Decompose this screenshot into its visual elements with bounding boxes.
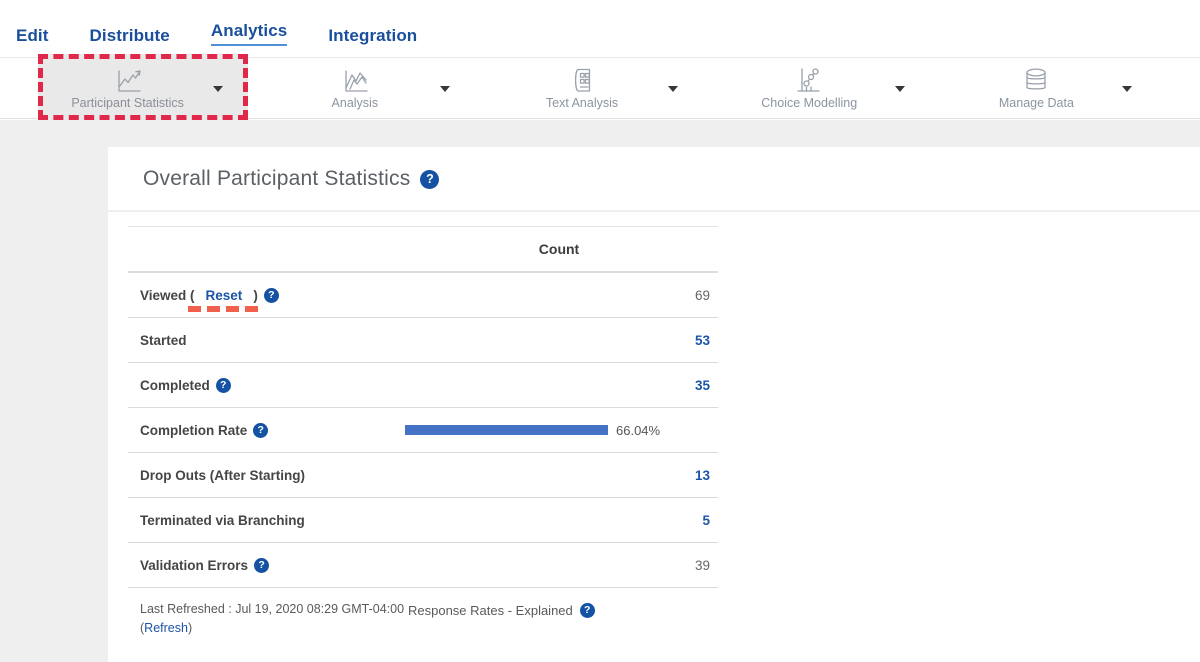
row-label: Started [128, 333, 400, 348]
viewed-label-suffix: ) [253, 288, 258, 303]
row-value: 39 [400, 558, 718, 573]
help-icon[interactable]: ? [254, 558, 269, 573]
drop-outs-label: Drop Outs (After Starting) [140, 468, 305, 483]
toolbar-item-participant-statistics[interactable]: Participant Statistics [14, 58, 241, 118]
panel-header: Overall Participant Statistics? [108, 147, 1200, 212]
content-background: Overall Participant Statistics? Count Vi… [0, 120, 1200, 662]
table-row-validation-errors: Validation Errors ? 39 [128, 543, 718, 588]
newspaper-icon [567, 66, 597, 94]
toolbar-item-label: Analysis [332, 96, 379, 110]
nav-item-edit[interactable]: Edit [16, 26, 49, 46]
table-row-terminated: Terminated via Branching 5 [128, 498, 718, 543]
help-icon[interactable]: ? [580, 603, 595, 618]
chevron-down-icon[interactable] [440, 86, 450, 92]
toolbar-item-label: Participant Statistics [71, 96, 184, 110]
table-header-row: Count [128, 227, 718, 273]
chevron-down-icon[interactable] [213, 86, 223, 92]
table-footer: Last Refreshed : Jul 19, 2020 08:29 GMT-… [128, 588, 718, 639]
row-label: Completion Rate ? [128, 423, 400, 438]
table-row-completion-rate: Completion Rate ? 66.04% [128, 408, 718, 453]
scatter-chart-icon [794, 66, 824, 94]
table-row-started: Started 53 [128, 318, 718, 363]
toolbar-item-label: Manage Data [999, 96, 1074, 110]
table-row-viewed: Viewed ( Reset) ? 69 [128, 273, 718, 318]
completion-rate-bar-cell: 66.04% [400, 423, 718, 438]
row-label: Completed ? [128, 378, 400, 393]
completion-bar-fill [405, 425, 608, 435]
reset-link[interactable]: Reset [206, 288, 243, 303]
toolbar-item-analysis[interactable]: Analysis [241, 58, 468, 118]
response-rates-label: Response Rates - Explained [408, 603, 573, 618]
database-icon [1021, 66, 1051, 94]
refresh-suffix: ) [188, 621, 192, 635]
table-row-completed: Completed ? 35 [128, 363, 718, 408]
chevron-down-icon[interactable] [895, 86, 905, 92]
row-label: Terminated via Branching [128, 513, 400, 528]
completion-rate-label: Completion Rate [140, 423, 247, 438]
table-row-drop-outs: Drop Outs (After Starting) 13 [128, 453, 718, 498]
started-label: Started [140, 333, 187, 348]
toolbar-item-manage-data[interactable]: Manage Data [923, 58, 1150, 118]
row-value: 35 [400, 378, 718, 393]
row-label: Validation Errors ? [128, 558, 400, 573]
terminated-label: Terminated via Branching [140, 513, 305, 528]
annotation-red-dashed-underline [188, 306, 258, 312]
nav-item-distribute[interactable]: Distribute [90, 26, 170, 46]
completion-percent-label: 66.04% [616, 423, 660, 438]
row-value: 5 [400, 513, 718, 528]
toolbar-item-choice-modelling[interactable]: Choice Modelling [696, 58, 923, 118]
line-chart-icon [113, 66, 143, 94]
completed-label: Completed [140, 378, 210, 393]
help-icon[interactable]: ? [264, 288, 279, 303]
toolbar-item-label: Text Analysis [546, 96, 618, 110]
nav-item-analytics[interactable]: Analytics [211, 21, 288, 46]
top-nav: Edit Distribute Analytics Integration [0, 0, 1200, 57]
row-label: Drop Outs (After Starting) [128, 468, 400, 483]
count-column-header: Count [400, 241, 718, 257]
last-refreshed-text: Last Refreshed : Jul 19, 2020 08:29 GMT-… [128, 600, 408, 639]
row-value: 69 [400, 288, 718, 303]
toolbar-item-label: Choice Modelling [761, 96, 857, 110]
toolbar-item-text-analysis[interactable]: Text Analysis [468, 58, 695, 118]
content-panel: Overall Participant Statistics? Count Vi… [108, 147, 1200, 662]
row-label: Viewed ( Reset) ? [128, 288, 400, 303]
help-icon[interactable]: ? [216, 378, 231, 393]
chevron-down-icon[interactable] [668, 86, 678, 92]
page-title: Overall Participant Statistics [143, 167, 410, 190]
area-chart-icon [340, 66, 370, 94]
participant-statistics-table: Count Viewed ( Reset) ? 69 Started 53 [128, 226, 718, 639]
app-screen: Edit Distribute Analytics Integration Pa… [0, 0, 1200, 662]
validation-errors-label: Validation Errors [140, 558, 248, 573]
response-rates-explained: Response Rates - Explained ? [408, 601, 595, 619]
chevron-down-icon[interactable] [1122, 86, 1132, 92]
help-icon[interactable]: ? [253, 423, 268, 438]
viewed-label: Viewed ( [140, 288, 195, 303]
refresh-link[interactable]: Refresh [144, 621, 188, 635]
analytics-toolbar: Participant Statistics Analysis [0, 57, 1200, 119]
row-value: 13 [400, 468, 718, 483]
row-value: 53 [400, 333, 718, 348]
nav-item-integration[interactable]: Integration [328, 26, 417, 46]
help-icon[interactable]: ? [420, 170, 439, 189]
